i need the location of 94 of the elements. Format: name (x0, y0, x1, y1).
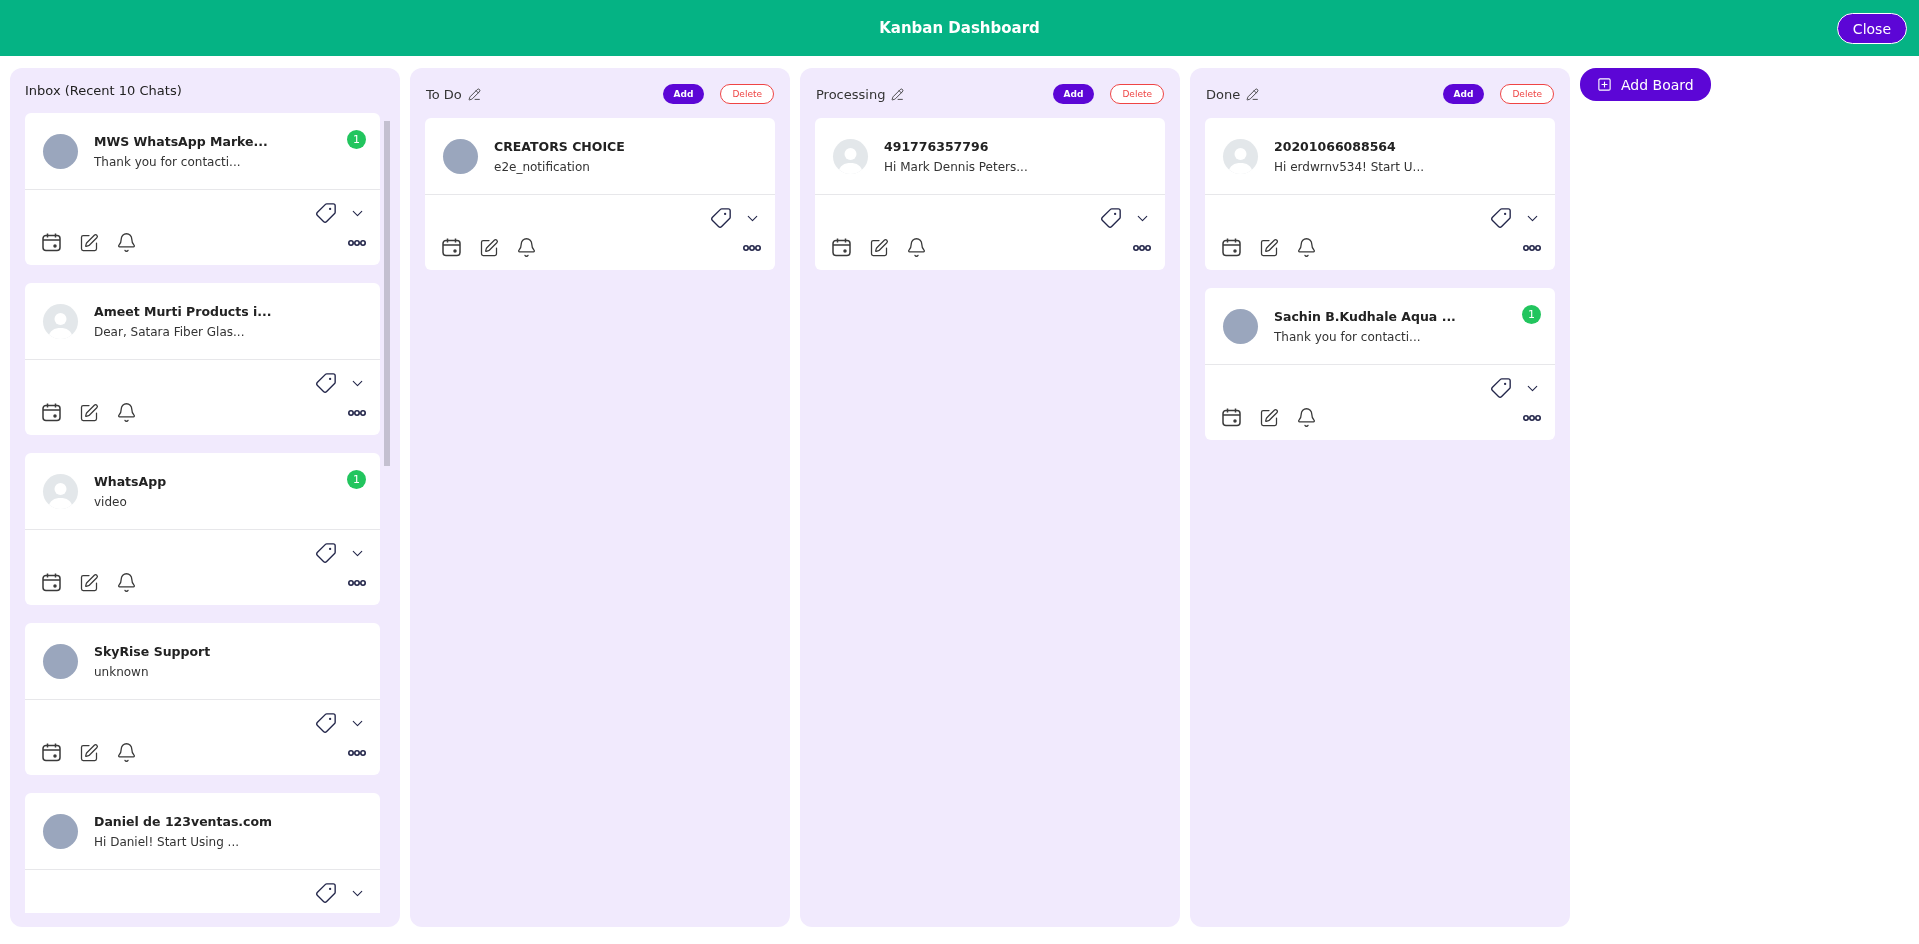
message-preview: Hi erdwrnv534! Start U... (1274, 159, 1426, 174)
bell-icon[interactable] (116, 232, 137, 253)
calendar-icon[interactable] (831, 237, 852, 258)
calendar-icon[interactable] (1221, 237, 1242, 258)
photo-placeholder (443, 138, 478, 174)
note-edit-icon[interactable] (869, 237, 889, 258)
note-edit-icon[interactable] (1259, 237, 1279, 258)
add-button[interactable]: Add (1052, 84, 1095, 104)
add-button[interactable]: Add (662, 84, 705, 104)
calendar-icon[interactable] (41, 402, 62, 423)
delete-button[interactable]: Delete (1500, 84, 1554, 104)
more-icon[interactable] (348, 409, 366, 416)
chat-card[interactable]: MWS WhatsApp Marke... Thank you for contacti... 1 (25, 113, 380, 265)
chat-card[interactable]: WhatsApp video 1 (25, 453, 380, 605)
more-icon[interactable] (743, 244, 761, 251)
note-edit-icon[interactable] (79, 742, 99, 763)
board-title: Done (1206, 86, 1241, 102)
chat-card[interactable]: 491776357796 Hi Mark Dennis Peters... (815, 118, 1165, 270)
message-preview: unknown (94, 664, 150, 679)
note-edit-icon[interactable] (1259, 407, 1279, 428)
tag-icon[interactable] (1490, 377, 1512, 399)
calendar-icon[interactable] (1221, 407, 1242, 428)
tag-icon[interactable] (315, 202, 337, 224)
calendar-icon[interactable] (41, 742, 62, 763)
scroll-thumb[interactable] (384, 121, 390, 466)
bell-icon[interactable] (116, 572, 137, 593)
contact-name: 491776357796 (884, 138, 990, 154)
delete-button[interactable]: Delete (1110, 84, 1164, 104)
bell-icon[interactable] (1296, 407, 1317, 428)
contact-name: CREATORS CHOICE (494, 138, 626, 154)
bell-icon[interactable] (516, 237, 537, 258)
tag-icon[interactable] (315, 882, 337, 904)
chat-card[interactable]: Sachin B.Kudhale Aqua ... Thank you for contacti... 1 (1205, 288, 1555, 440)
edit-icon[interactable] (467, 87, 481, 101)
calendar-icon[interactable] (41, 572, 62, 593)
tag-icon[interactable] (315, 542, 337, 564)
chat-card[interactable]: 20201066088564 Hi erdwrnv534! Start U... (1205, 118, 1555, 270)
add-board-button[interactable]: Add Board (1580, 68, 1711, 101)
chat-card[interactable]: Ameet Murti Products i... Dear, Satara Fiber Glas... (25, 283, 380, 435)
photo-placeholder (43, 813, 78, 849)
page-title: Kanban Dashboard (879, 19, 1040, 37)
calendar-icon[interactable] (441, 237, 462, 258)
delete-button[interactable]: Delete (720, 84, 774, 104)
calendar-icon[interactable] (41, 232, 62, 253)
note-edit-icon[interactable] (79, 572, 99, 593)
chat-card[interactable]: SkyRise Support unknown (25, 623, 380, 775)
edit-icon[interactable] (1246, 87, 1260, 101)
bell-icon[interactable] (116, 742, 137, 763)
board-title: To Do (426, 86, 462, 102)
inbox-title: Inbox (Recent 10 Chats) (24, 82, 183, 100)
tag-icon[interactable] (1100, 207, 1122, 229)
tag-icon[interactable] (315, 712, 337, 734)
contact-name: Daniel de 123ventas.com (94, 813, 274, 829)
unread-count: 1 (1522, 305, 1541, 324)
message-preview: Thank you for contacti... (1274, 329, 1422, 344)
more-icon[interactable] (1133, 244, 1151, 251)
bell-icon[interactable] (906, 237, 927, 258)
board-title: Processing (816, 86, 886, 102)
message-preview: Hi Daniel! Start Using ... (94, 834, 241, 849)
message-preview: Thank you for contacti... (94, 154, 242, 169)
photo-placeholder (43, 133, 78, 169)
contact-name: 20201066088564 (1274, 138, 1397, 154)
tag-icon[interactable] (1490, 207, 1512, 229)
add-button[interactable]: Add (1442, 84, 1485, 104)
contact-name: WhatsApp (94, 473, 168, 489)
message-preview: e2e_notification (494, 159, 591, 174)
more-icon[interactable] (348, 239, 366, 246)
tag-icon[interactable] (710, 207, 732, 229)
bell-icon[interactable] (1296, 237, 1317, 258)
note-edit-icon[interactable] (79, 232, 99, 253)
contact-name: Ameet Murti Products i... (94, 303, 273, 319)
message-preview: Dear, Satara Fiber Glas... (94, 324, 246, 339)
more-icon[interactable] (348, 749, 366, 756)
more-icon[interactable] (1523, 414, 1541, 421)
unread-count: 1 (347, 130, 366, 149)
note-edit-icon[interactable] (79, 402, 99, 423)
chat-card[interactable]: Daniel de 123ventas.com Hi Daniel! Start Using ... (25, 793, 380, 913)
tag-icon[interactable] (315, 372, 337, 394)
photo-placeholder (1223, 308, 1258, 344)
contact-name: SkyRise Support (94, 643, 212, 659)
edit-icon[interactable] (891, 87, 905, 101)
unread-count: 1 (347, 470, 366, 489)
contact-name: Sachin B.Kudhale Aqua ... (1274, 308, 1457, 324)
plus-square-icon (1597, 77, 1612, 92)
more-icon[interactable] (1523, 244, 1541, 251)
note-edit-icon[interactable] (479, 237, 499, 258)
chat-card[interactable]: CREATORS CHOICE e2e_notification (425, 118, 775, 270)
contact-name: MWS WhatsApp Marke... (94, 133, 269, 149)
close-button[interactable]: Close (1836, 13, 1907, 44)
more-icon[interactable] (348, 579, 366, 586)
message-preview: video (94, 494, 128, 509)
message-preview: Hi Mark Dennis Peters... (884, 159, 1029, 174)
photo-placeholder (43, 643, 78, 679)
bell-icon[interactable] (116, 402, 137, 423)
